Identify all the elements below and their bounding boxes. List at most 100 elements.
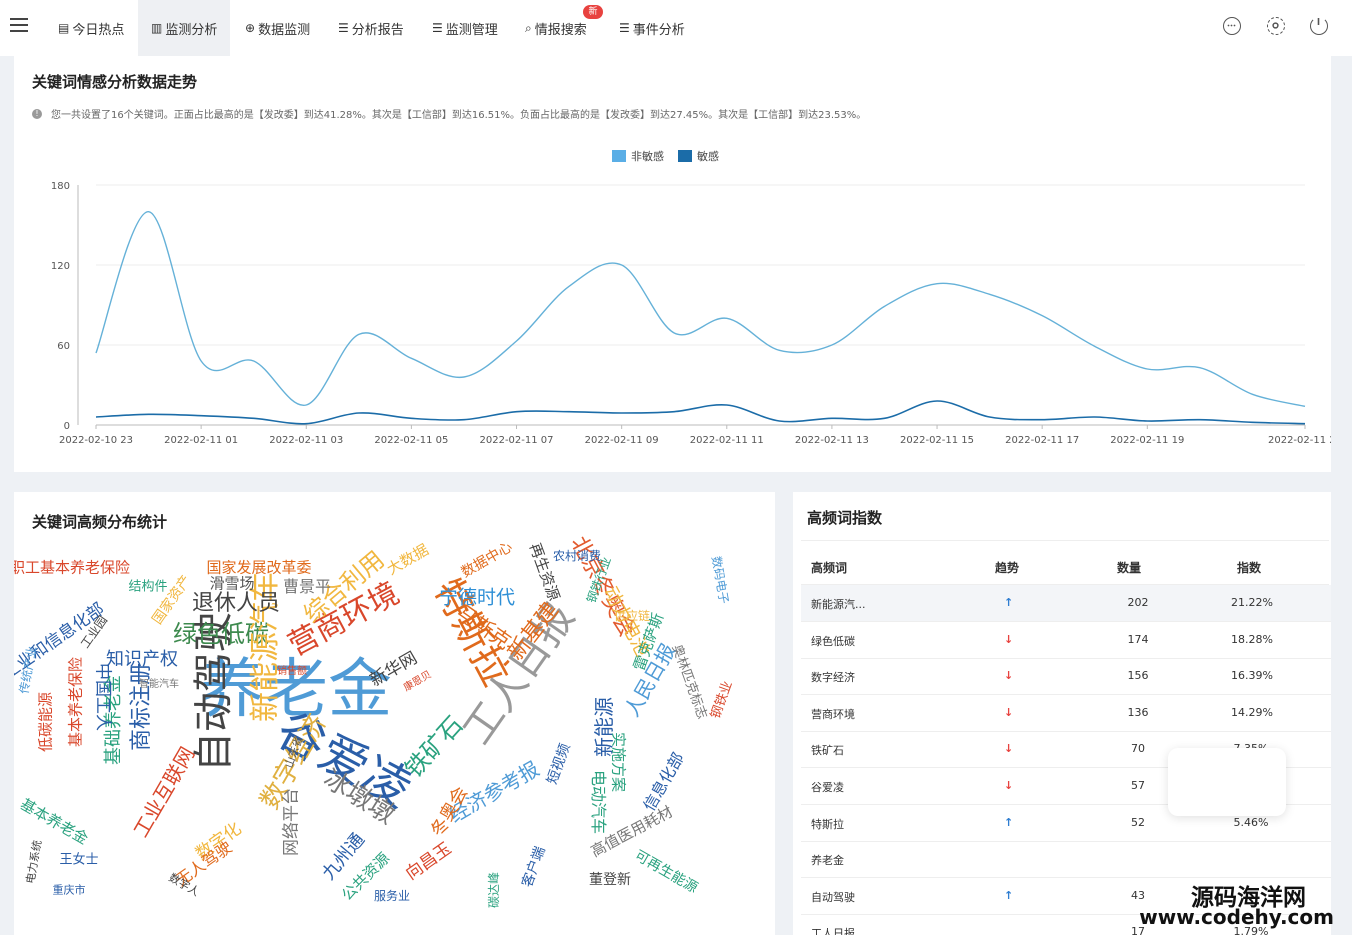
- cloud-word[interactable]: 智能汽车: [139, 680, 179, 690]
- nav-item-today-hot[interactable]: ▤ 今日热点: [58, 0, 124, 56]
- table-row[interactable]: 营商环境 ↓ 136 14.29%: [801, 695, 1331, 732]
- cloud-word[interactable]: 宁德时代: [439, 588, 515, 608]
- cloud-word[interactable]: 职工基本养老保险: [14, 560, 130, 576]
- x-tick-label: 2022-02-10 23: [59, 435, 133, 446]
- new-badge: 新: [583, 5, 603, 19]
- x-tick-label: 2022-02-11 07: [480, 435, 554, 446]
- top-nav: ▤ 今日热点 ▥ 监测分析 ⊕ 数据监测 ☰ 分析报告 ☰ 监测管理 ⌕ 情报搜…: [0, 0, 1352, 56]
- cloud-word[interactable]: 知识产权: [106, 651, 178, 669]
- list-icon: ▤: [58, 21, 70, 35]
- arrow-up-icon: ↑: [1004, 596, 1014, 609]
- arrow-down-icon: ↓: [1004, 742, 1014, 756]
- message-icon[interactable]: [1223, 17, 1241, 35]
- cloud-word[interactable]: 供应链: [614, 610, 650, 622]
- table-row[interactable]: 新能源汽... ↑ 202 21.22%: [801, 585, 1331, 622]
- cloud-word[interactable]: 碳达峰: [487, 872, 501, 908]
- cloud-word[interactable]: 曹景平: [283, 579, 331, 595]
- list-icon: ☰: [432, 21, 443, 35]
- nav-item-analysis-report[interactable]: ☰ 分析报告: [338, 0, 404, 56]
- cloud-word[interactable]: 数码电子: [709, 555, 731, 605]
- gear-icon[interactable]: [1267, 17, 1285, 35]
- cloud-word[interactable]: 网络平台: [282, 788, 302, 856]
- watermark-url: www.codehy.com: [1139, 905, 1334, 929]
- table-row[interactable]: 养老金: [801, 841, 1331, 879]
- y-tick-label: 0: [64, 421, 70, 432]
- x-tick-label: 2022-02-11 09: [585, 435, 659, 446]
- cloud-word[interactable]: 商标注册: [129, 663, 154, 751]
- nav-item-monitor-manage[interactable]: ☰ 监测管理: [432, 0, 498, 56]
- bar-chart-icon: ▥: [151, 21, 163, 35]
- cell-index: 14.29%: [1231, 705, 1273, 719]
- arrow-down-icon: ↓: [1004, 669, 1014, 683]
- cloud-word[interactable]: 向昌玉: [402, 839, 455, 885]
- word-cloud: 养老金 谷爱凌 特斯拉 自动驾驶 营商环境 工人日报 冰墩墩 绿色低碳 数字经济 新能源汽车 退休人…: [14, 492, 774, 932]
- cloud-word[interactable]: 王女士: [59, 854, 98, 867]
- nav-item-label: 数据监测: [258, 22, 311, 38]
- cloud-word[interactable]: 低碳能源: [37, 692, 55, 752]
- nav-item-data-monitor[interactable]: ⊕ 数据监测: [245, 0, 310, 56]
- arrow-down-icon: ↓: [1004, 632, 1014, 646]
- x-tick-label: 2022-02-11 05: [374, 435, 448, 446]
- cloud-word[interactable]: 工业互联网: [129, 743, 200, 842]
- x-tick-label: 2022-02-11 01: [164, 435, 238, 446]
- cloud-word[interactable]: 农村消费: [553, 550, 601, 562]
- cloud-word[interactable]: 短视频: [544, 742, 573, 787]
- col-header: 数量: [1117, 561, 1142, 575]
- cloud-word[interactable]: 电动汽车: [589, 770, 608, 834]
- nav-item-intel-search[interactable]: ⌕ 情报搜索: [525, 0, 587, 56]
- cloud-word[interactable]: 退休人员: [192, 593, 280, 615]
- cloud-word[interactable]: 基本养老金: [17, 795, 91, 848]
- cell-word: 绿色低碳: [811, 634, 855, 648]
- cell-word: 数字经济: [811, 671, 855, 685]
- nav-item-monitor-analysis[interactable]: ▥ 监测分析: [138, 0, 231, 56]
- cloud-word[interactable]: 滑雪场: [209, 576, 254, 592]
- cloud-word[interactable]: 客户端: [519, 845, 548, 890]
- cloud-word[interactable]: 奥林匹克标志: [669, 643, 710, 721]
- cloud-word[interactable]: 重庆市: [53, 885, 86, 896]
- nav-item-label: 事件分析: [632, 22, 685, 38]
- table-row[interactable]: 绿色低碳 ↓ 174 18.28%: [801, 622, 1331, 659]
- x-tick-label: 2022-02-11 17: [1005, 435, 1079, 446]
- x-tick-label: 2022-02-11 22: [1268, 435, 1331, 446]
- cell-word: 谷爱凌: [811, 781, 844, 794]
- cloud-word[interactable]: 大数据: [384, 541, 432, 579]
- cloud-word[interactable]: 董登新: [589, 873, 631, 887]
- hotwords-card: 高频词指数 高频词 趋势 数量 指数 新能源汽... ↑ 202 21.22% 绿色低碳…: [793, 492, 1331, 935]
- col-header: 指数: [1237, 561, 1262, 575]
- cloud-word[interactable]: 电力系统: [24, 839, 44, 885]
- cloud-word[interactable]: 销售额: [277, 667, 307, 677]
- x-tick-label: 2022-02-11 13: [795, 435, 869, 446]
- table-row[interactable]: 数字经济 ↓ 156 16.39%: [801, 658, 1331, 696]
- cell-word: 特斯拉: [811, 817, 844, 831]
- wordcloud-card: 关键词高频分布统计 养老金 谷爱凌 特斯拉 自动驾驶 营商环境 工人日报 冰墩墩 绿色低碳 数字…: [14, 492, 775, 935]
- cloud-word[interactable]: 国家发展改革委: [206, 560, 311, 576]
- cell-word: 自动驾驶: [811, 890, 855, 904]
- cloud-word[interactable]: 可再生能源: [632, 848, 701, 897]
- cloud-word[interactable]: 结构件: [128, 581, 167, 594]
- cloud-word[interactable]: 服务业: [374, 890, 410, 902]
- cloud-word[interactable]: 铁矿石: [400, 711, 469, 783]
- cloud-word[interactable]: 钢铁业: [708, 679, 735, 721]
- power-icon[interactable]: [1310, 17, 1328, 35]
- hamburger-menu-icon[interactable]: [10, 18, 28, 32]
- trend-line-chart: 0 60 120 180 2022-02-10 23 2022-02-11 01 2022-…: [51, 181, 1331, 446]
- y-tick-label: 120: [51, 261, 70, 272]
- cloud-word[interactable]: 中国工人: [93, 663, 113, 731]
- target-icon: ⊕: [245, 21, 256, 35]
- cloud-word[interactable]: 康恩贝: [402, 669, 433, 694]
- nav-item-label: 监测分析: [165, 22, 218, 38]
- cell-count: 136: [1127, 705, 1149, 719]
- list-check-icon: ☰: [338, 21, 349, 35]
- cloud-word[interactable]: 基本养老保险: [67, 657, 85, 747]
- cell-count: 202: [1127, 596, 1149, 609]
- cell-word: 工人日报: [811, 927, 855, 935]
- arrow-down-icon: ↓: [1004, 779, 1014, 792]
- cloud-word[interactable]: 数据中心: [459, 539, 515, 581]
- nav-item-event-analysis[interactable]: ☰ 事件分析: [619, 0, 685, 56]
- cell-index: 5.46%: [1233, 815, 1269, 829]
- list-icon: ☰: [619, 21, 630, 35]
- cloud-word[interactable]: 实施方案: [610, 732, 628, 792]
- cell-count: 174: [1127, 632, 1149, 646]
- series-line-sensitive: [95, 400, 1306, 425]
- hotwords-title: 高频词指数: [807, 509, 883, 527]
